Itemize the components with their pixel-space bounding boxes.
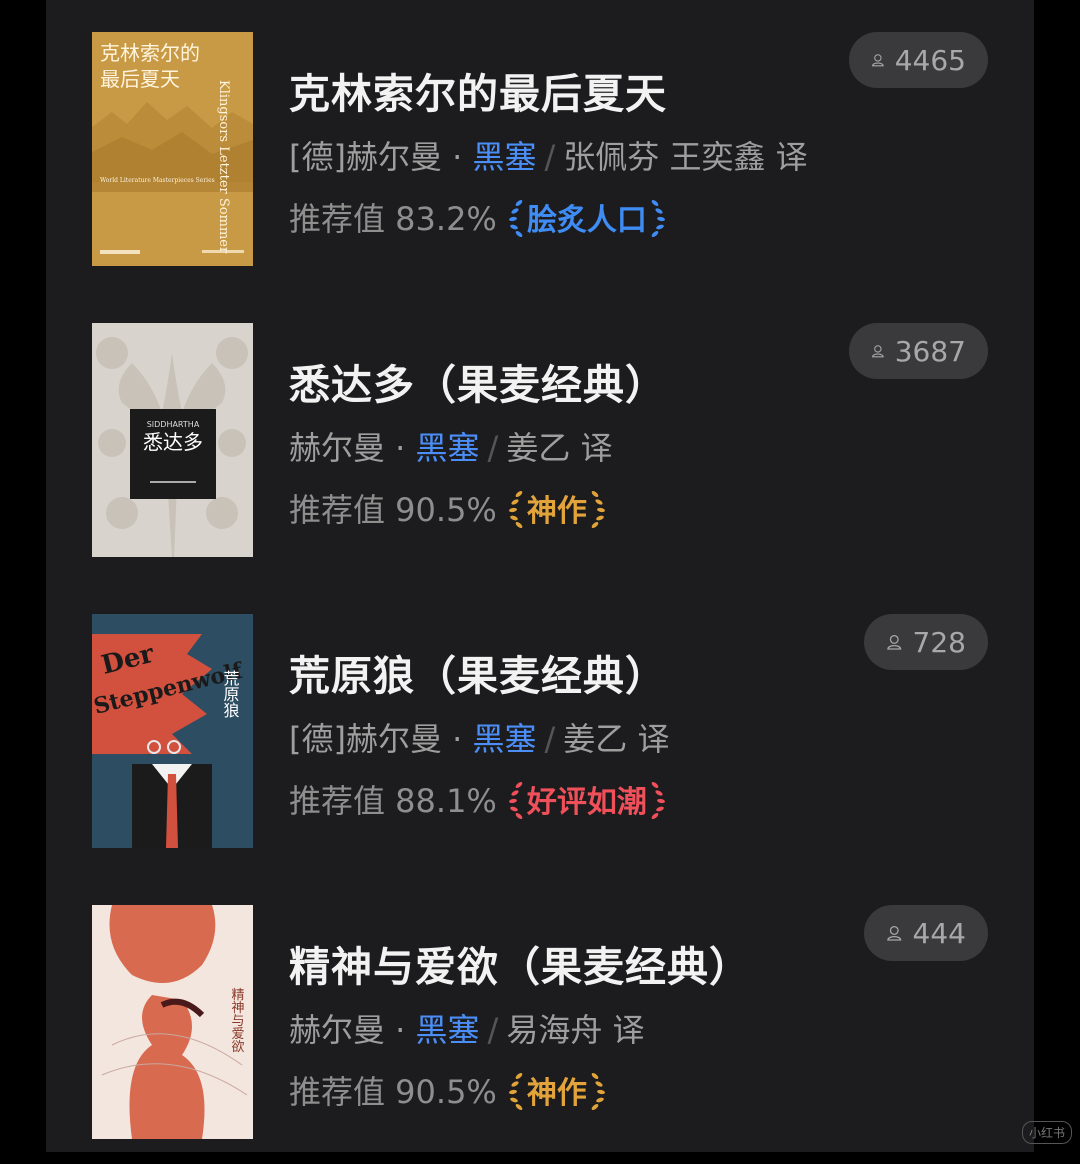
readers-count[interactable]: 728	[864, 614, 988, 670]
book-item[interactable]: 克林索尔的 最后夏天 Klingsors Letzter Sommer Worl…	[46, 0, 1034, 291]
separator: /	[544, 720, 556, 758]
recommendation: 推荐值 90.5% 神作	[289, 1067, 609, 1113]
svg-text:SIDDHARTHA: SIDDHARTHA	[147, 420, 200, 429]
author-prefix: [德]赫尔曼 ·	[289, 720, 473, 758]
rating-badge: 脍炙人口	[505, 195, 669, 239]
separator: /	[487, 429, 499, 467]
translator: 张佩芬 王奕鑫 译	[563, 138, 808, 176]
laurel-right-icon	[591, 1073, 605, 1110]
book-list: 克林索尔的 最后夏天 Klingsors Letzter Sommer Worl…	[46, 0, 1034, 1152]
rating-badge: 神作	[505, 486, 609, 530]
translator: 姜乙 译	[506, 429, 613, 467]
laurel-left-icon	[508, 1073, 523, 1110]
cover-art-narziss: 精神与爱欲	[92, 905, 253, 1139]
book-item[interactable]: SIDDHARTHA 悉达多 悉达多（果麦经典） 赫尔曼 · 黑塞 / 姜乙 译 推…	[46, 291, 1034, 582]
rec-value: 推荐值 90.5%	[289, 1073, 497, 1111]
book-authors: [德]赫尔曼 · 黑塞 / 姜乙 译	[289, 714, 669, 760]
author-prefix: 赫尔曼 ·	[289, 1011, 416, 1049]
laurel-right-icon	[651, 782, 665, 819]
readers-number: 3687	[894, 334, 966, 368]
translator: 姜乙 译	[563, 720, 670, 758]
readers-count[interactable]: 4465	[849, 32, 988, 88]
svg-text:World Literature Masterpieces: World Literature Masterpieces Series	[100, 177, 215, 184]
laurel-right-icon	[591, 491, 605, 528]
readers-count[interactable]: 444	[864, 905, 988, 961]
book-authors: 赫尔曼 · 黑塞 / 姜乙 译	[289, 423, 613, 469]
svg-text:荒原狼: 荒原狼	[221, 670, 240, 719]
translator: 易海舟 译	[506, 1011, 645, 1049]
person-icon	[872, 345, 884, 358]
person-icon	[887, 925, 902, 941]
svg-text:精神与爱欲: 精神与爱欲	[229, 988, 245, 1053]
cover-art-steppenwolf: Der Steppenwolf 荒原狼	[92, 614, 253, 848]
cover-art-klingsor: 克林索尔的 最后夏天 Klingsors Letzter Sommer Worl…	[92, 32, 253, 266]
svg-text:克林索尔的: 克林索尔的	[100, 41, 200, 65]
author-prefix: 赫尔曼 ·	[289, 429, 416, 467]
book-title[interactable]: 克林索尔的最后夏天	[289, 60, 667, 120]
book-cover[interactable]: Der Steppenwolf 荒原狼	[92, 614, 253, 848]
rating-badge: 神作	[505, 1068, 609, 1112]
svg-text:最后夏天: 最后夏天	[100, 67, 180, 91]
book-item[interactable]: Der Steppenwolf 荒原狼 荒原狼（果麦经典） [德]赫尔曼 · 黑…	[46, 582, 1034, 873]
rec-value: 推荐值 83.2%	[289, 200, 497, 238]
readers-count[interactable]: 3687	[849, 323, 988, 379]
author-highlight[interactable]: 黑塞	[473, 720, 537, 758]
readers-number: 4465	[894, 43, 966, 77]
book-title[interactable]: 悉达多（果麦经典）	[289, 351, 667, 411]
person-icon	[887, 634, 902, 650]
badge-label: 脍炙人口	[526, 203, 647, 238]
recommendation: 推荐值 88.1% 好评如潮	[289, 776, 669, 822]
laurel-left-icon	[508, 782, 523, 819]
laurel-right-icon	[651, 200, 665, 237]
separator: /	[487, 1011, 499, 1049]
book-cover[interactable]: SIDDHARTHA 悉达多	[92, 323, 253, 557]
svg-text:悉达多: 悉达多	[143, 430, 203, 454]
readers-number: 728	[912, 625, 966, 659]
badge-label: 神作	[526, 1076, 587, 1111]
book-cover[interactable]: 精神与爱欲	[92, 905, 253, 1139]
watermark: 小红书	[1021, 1121, 1072, 1144]
book-authors: [德]赫尔曼 · 黑塞 / 张佩芬 王奕鑫 译	[289, 132, 808, 178]
separator: /	[544, 138, 556, 176]
rating-badge: 好评如潮	[505, 777, 669, 821]
recommendation: 推荐值 83.2% 脍炙人口	[289, 194, 669, 240]
svg-text:Klingsors Letzter Sommer: Klingsors Letzter Sommer	[216, 80, 231, 254]
rec-value: 推荐值 88.1%	[289, 782, 497, 820]
author-highlight[interactable]: 黑塞	[473, 138, 537, 176]
person-icon	[872, 54, 884, 67]
book-item[interactable]: 精神与爱欲 精神与爱欲（果麦经典） 赫尔曼 · 黑塞 / 易海舟 译 推荐值 90.…	[46, 873, 1034, 1164]
laurel-left-icon	[508, 200, 523, 237]
book-authors: 赫尔曼 · 黑塞 / 易海舟 译	[289, 1005, 645, 1051]
author-highlight[interactable]: 黑塞	[416, 429, 480, 467]
rec-value: 推荐值 90.5%	[289, 491, 497, 529]
readers-number: 444	[912, 916, 966, 950]
author-prefix: [德]赫尔曼 ·	[289, 138, 473, 176]
cover-art-siddhartha: SIDDHARTHA 悉达多	[92, 323, 253, 557]
laurel-left-icon	[508, 491, 523, 528]
book-title[interactable]: 荒原狼（果麦经典）	[289, 642, 667, 702]
author-highlight[interactable]: 黑塞	[416, 1011, 480, 1049]
book-cover[interactable]: 克林索尔的 最后夏天 Klingsors Letzter Sommer Worl…	[92, 32, 253, 266]
book-title[interactable]: 精神与爱欲（果麦经典）	[289, 933, 751, 993]
recommendation: 推荐值 90.5% 神作	[289, 485, 609, 531]
badge-label: 神作	[526, 494, 587, 529]
badge-label: 好评如潮	[526, 785, 647, 820]
